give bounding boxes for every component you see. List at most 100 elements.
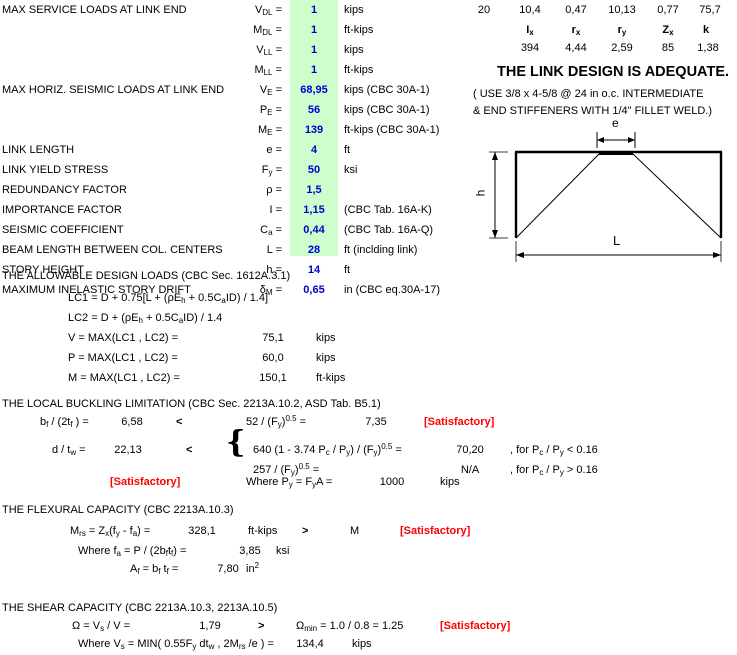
allowable-lc1-formula: LC1 = D + 0.75[L + (ρEh + 0.5CaID) / 1.4… [68, 292, 269, 305]
buckling-web-expr: d / tw = [52, 444, 86, 457]
prop-k-value: 1,38 [697, 42, 719, 54]
spreadsheet-canvas: MAX SERVICE LOADS AT LINK END VDL = 1 kips M… [0, 0, 737, 651]
flexural-Af-value: 7,80 [217, 563, 239, 575]
shear-Vs-value: 134,4 [296, 638, 324, 650]
allowable-lc2-row: LC2 = D + (ρEh + 0.5CaID) / 1.4 [0, 308, 737, 328]
buckling-web-cond1: , for Pc / Py < 0.16 [510, 444, 598, 457]
allowable-M-expr: M = MAX(LC1 , LC2) = [68, 372, 180, 384]
buckling-flange-status: [Satisfactory] [424, 416, 495, 428]
flexural-Mrs-value: 328,1 [188, 525, 216, 537]
parameter-input-value[interactable]: 1,5 [290, 180, 338, 200]
shear-Vs-expr: Where Vs = MIN( 0.55Fy dtw , 2Mrs /e ) = [78, 638, 274, 651]
flexural-fa-row: Where fa = P / (2bftf) = 3,85 ksi [0, 541, 737, 561]
header-k: k [702, 24, 710, 36]
parameter-symbol: L = [266, 244, 282, 256]
parameter-input-value[interactable]: 4 [290, 140, 338, 160]
section-prop-header-row: Ix rx ry Zx k [0, 20, 737, 40]
dimension-label-L: L [613, 233, 621, 248]
flexural-Af-row: Af = bf tf = 7,80 in2 [0, 559, 737, 579]
parameter-label: LINK YIELD STRESS [2, 164, 109, 176]
parameter-symbol: ME = [258, 124, 282, 137]
buckling-web-status: [Satisfactory] [110, 476, 181, 488]
parameter-unit: kips (CBC 30A-1) [344, 104, 430, 116]
buckling-flange-operator: < [176, 416, 183, 428]
flexural-fa-unit: ksi [276, 545, 290, 557]
parameter-input-value[interactable]: 1 [290, 60, 338, 80]
flexural-status: [Satisfactory] [400, 525, 471, 537]
flexural-operator: > [302, 525, 309, 537]
buckling-flange-limit-expr: 52 / (Fy)0.5 = [246, 414, 307, 429]
prop-value-3: 10,13 [608, 4, 636, 16]
parameter-label: REDUNDANCY FACTOR [2, 184, 127, 196]
dimension-label-h: h [473, 189, 488, 197]
buckling-web-row: d / tw = 22,13 < { 640 (1 - 3.74 Pc / Py… [0, 428, 737, 460]
prop-ry-value: 2,59 [611, 42, 633, 54]
design-verdict-note-line2: & END STIFFENERS WITH 1/4" FILLET WELD.) [473, 105, 713, 117]
buckling-web-limit1-expr: 640 (1 - 3.74 Pc / Py) / (Fy)0.5 = [253, 442, 402, 457]
shear-heading-row: THE SHEAR CAPACITY (CBC 2213A.10.3, 2213… [0, 598, 737, 618]
parameter-input-value[interactable]: 139 [290, 120, 338, 140]
allowable-P-value: 60,0 [262, 352, 284, 364]
parameter-input-value[interactable]: 68,95 [290, 80, 338, 100]
parameter-unit: kips (CBC 30A-1) [344, 84, 430, 96]
parameter-unit: ft-kips [344, 64, 374, 76]
buckling-Py-expr: Where Py = FyA = [246, 476, 333, 489]
allowable-V-value: 75,1 [262, 332, 284, 344]
prop-value-0: 20 [477, 4, 491, 16]
parameter-symbol: Fy = [261, 164, 282, 177]
shear-operator: > [258, 620, 265, 632]
parameter-input-value[interactable]: 56 [290, 100, 338, 120]
flexural-fa-value: 3,85 [239, 545, 261, 557]
parameter-symbol: PE = [259, 104, 282, 117]
allowable-V-unit: kips [316, 332, 336, 344]
parameter-label: LINK LENGTH [2, 144, 75, 156]
buckling-heading-row: THE LOCAL BUCKLING LIMITATION (CBC Sec. … [0, 394, 737, 414]
parameter-symbol: MLL = [254, 64, 282, 77]
section-prop-value-row: 394 4,44 2,59 85 1,38 [0, 38, 737, 58]
prop-Zx-value: 85 [661, 42, 675, 54]
shear-Vs-unit: kips [352, 638, 372, 650]
flexural-Mrs-row: Mrs = Zx(fy - fa) = 328,1 ft-kips > M [S… [0, 521, 737, 541]
parameter-unit: (CBC Tab. 16A-Q) [344, 224, 434, 236]
buckling-flange-row: bf / (2tf ) = 6,58 < 52 / (Fy)0.5 = 7,35… [0, 412, 737, 432]
parameter-input-value[interactable]: 28 [290, 240, 338, 260]
flexural-Af-unit: in2 [246, 561, 260, 575]
shear-omega-row: Ω = Vs / V = 1,79 > Ωmin = 1.0 / 0.8 = 1… [0, 616, 737, 636]
parameter-input-value[interactable]: 50 [290, 160, 338, 180]
prop-value-1: 10,4 [519, 4, 541, 16]
parameter-symbol: Ca = [260, 224, 282, 237]
shear-Vs-row: Where Vs = MIN( 0.55Fy dtw , 2Mrs /e ) =… [0, 634, 737, 654]
parameter-label: SEISMIC COEFFICIENT [2, 224, 124, 236]
buckling-Py-value: 1000 [379, 476, 405, 488]
parameter-input-value[interactable]: 1,15 [290, 200, 338, 220]
flexural-heading: THE FLEXURAL CAPACITY (CBC 2213A.10.3) [2, 504, 234, 516]
allowable-M-value: 150,1 [259, 372, 287, 384]
flexural-heading-row: THE FLEXURAL CAPACITY (CBC 2213A.10.3) [0, 500, 737, 520]
buckling-web-limit1-value: 70,20 [456, 444, 484, 456]
parameter-symbol: VE = [259, 84, 282, 97]
buckling-web-value: 22,13 [114, 444, 142, 456]
allowable-P-unit: kips [316, 352, 336, 364]
design-verdict-note-line1: ( USE 3/8 x 4-5/8 @ 24 in o.c. INTERMEDI… [473, 88, 704, 100]
allowable-heading: THE ALLOWABLE DESIGN LOADS (CBC Sec. 161… [2, 270, 291, 282]
buckling-web-operator: < [186, 444, 193, 456]
allowable-P-expr: P = MAX(LC1 , LC2) = [68, 352, 178, 364]
parameter-symbol: e = [266, 144, 282, 156]
buckling-flange-limit-value: 7,35 [365, 416, 387, 428]
allowable-M-row: M = MAX(LC1 , LC2) = 150,1 ft-kips [0, 368, 737, 388]
flexural-Mrs-expr: Mrs = Zx(fy - fa) = [70, 525, 151, 538]
parameter-unit: ft-kips (CBC 30A-1) [344, 124, 440, 136]
parameter-unit: (CBC Tab. 16A-K) [344, 204, 432, 216]
parameter-input-value[interactable]: 0,44 [290, 220, 338, 240]
allowable-M-unit: ft-kips [316, 372, 346, 384]
curly-brace-icon: { [226, 425, 246, 460]
parameter-unit: ksi [344, 164, 358, 176]
buckling-Py-unit: kips [440, 476, 460, 488]
prop-Ix-value: 394 [520, 42, 540, 54]
allowable-lc2-formula: LC2 = D + (ρEh + 0.5CaID) / 1.4 [68, 312, 223, 325]
allowable-V-row: V = MAX(LC1 , LC2) = 75,1 kips [0, 328, 737, 348]
parameter-label: MAX HORIZ. SEISMIC LOADS AT LINK END [2, 84, 225, 96]
allowable-lc1-row: LC1 = D + 0.75[L + (ρEh + 0.5CaID) / 1.4… [0, 288, 737, 308]
buckling-flange-value: 6,58 [121, 416, 143, 428]
flexural-rhs: M [350, 525, 360, 537]
